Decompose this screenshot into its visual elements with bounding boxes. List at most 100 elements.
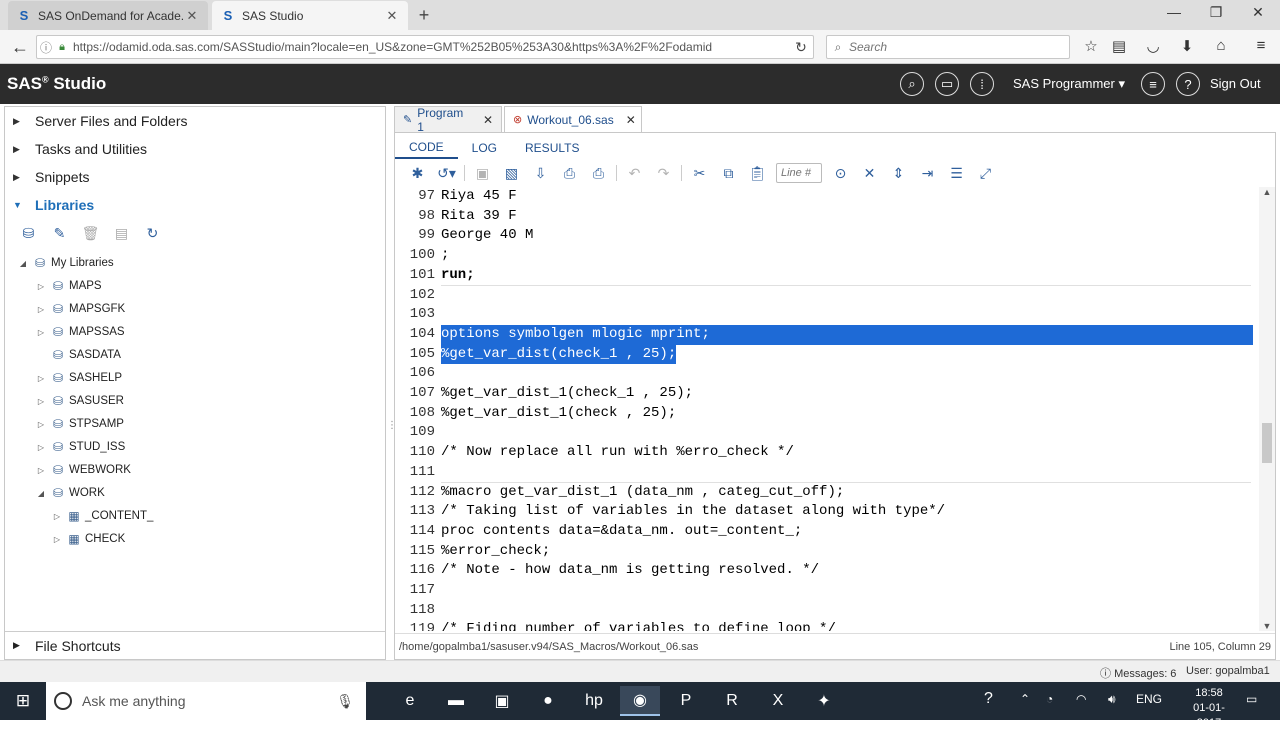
- firefox-icon[interactable]: ◉: [620, 686, 660, 716]
- code-line[interactable]: 111: [395, 463, 1257, 483]
- code-line-selected[interactable]: 104 options symbolgen mlogic mprint;: [395, 324, 1257, 345]
- tree-library-maps[interactable]: ▷ ⛁ MAPS: [35, 275, 102, 297]
- messages-link[interactable]: ⓘ Messages: 6: [1100, 665, 1176, 681]
- properties-icon[interactable]: ✎: [44, 225, 75, 245]
- section-tasks-utilities[interactable]: ▶ Tasks and Utilities: [5, 135, 385, 163]
- reload-icon[interactable]: ↻: [789, 39, 813, 56]
- redo-icon[interactable]: ↷: [649, 165, 678, 182]
- close-window-icon[interactable]: ✕: [1246, 4, 1270, 24]
- tab-results[interactable]: RESULTS: [511, 137, 593, 159]
- tree-library-webwork[interactable]: ▷ ⛁ WEBWORK: [35, 459, 131, 481]
- restore-window-icon[interactable]: ❐: [1204, 4, 1228, 24]
- scroll-up-icon[interactable]: ▲: [1259, 187, 1275, 197]
- perspective-menu[interactable]: SAS Programmer ▾: [1013, 76, 1125, 92]
- line-text[interactable]: proc contents data=&data_nm. out=_conten…: [441, 522, 802, 542]
- downloads-icon[interactable]: ⬇: [1176, 37, 1198, 57]
- line-text[interactable]: %get_var_dist_1(check , 25);: [441, 404, 676, 424]
- store-icon[interactable]: ▣: [482, 686, 522, 716]
- expand-arrow-icon[interactable]: ▷: [51, 512, 63, 521]
- powerpoint-icon[interactable]: P: [666, 686, 706, 716]
- scroll-down-icon[interactable]: ▼: [1259, 621, 1275, 631]
- collapse-arrow-icon[interactable]: ◢: [17, 259, 29, 268]
- code-line[interactable]: 112 %macro get_var_dist_1 (data_nm , cate…: [395, 483, 1257, 503]
- url-text[interactable]: https://odamid.oda.sas.com/SASStudio/mai…: [69, 40, 789, 54]
- tree-library-sasuser[interactable]: ▷ ⛁ SASUSER: [35, 390, 124, 412]
- close-tab-icon[interactable]: ✕: [184, 8, 200, 24]
- delete-icon[interactable]: 🗑︎: [75, 225, 106, 245]
- app-icon[interactable]: ●: [528, 686, 568, 716]
- clear-code-icon[interactable]: ✕: [855, 165, 884, 182]
- bookmark-star-icon[interactable]: ☆: [1080, 37, 1102, 57]
- pocket-icon[interactable]: ◡: [1142, 37, 1164, 57]
- cut-icon[interactable]: ✂: [685, 165, 714, 182]
- line-text[interactable]: /* Now replace all run with %erro_check …: [441, 443, 794, 463]
- browser-search-box[interactable]: ⌕: [826, 35, 1070, 59]
- browser-search-input[interactable]: [849, 40, 1049, 54]
- section-snippets[interactable]: ▶ Snippets: [5, 163, 385, 191]
- line-text[interactable]: Rita 39 F: [441, 207, 517, 227]
- address-bar[interactable]: ⓘ 🔒︎ https://odamid.oda.sas.com/SASStudi…: [36, 35, 814, 59]
- code-line[interactable]: 106: [395, 364, 1257, 384]
- editor-scrollbar[interactable]: ▲ ▼: [1259, 187, 1275, 631]
- undo-icon[interactable]: ↶: [620, 165, 649, 182]
- expand-arrow-icon[interactable]: ▷: [35, 466, 47, 475]
- expand-arrow-icon[interactable]: ▷: [35, 420, 47, 429]
- tree-library-sashelp[interactable]: ▷ ⛁ SASHELP: [35, 367, 122, 389]
- show-hidden-icons-icon[interactable]: ⌃: [1020, 692, 1030, 706]
- microphone-icon[interactable]: 🎙︎: [336, 693, 354, 710]
- tree-library-stpsamp[interactable]: ▷ ⛁ STPSAMP: [35, 413, 124, 435]
- paste-icon[interactable]: 📋︎: [743, 165, 772, 182]
- close-tab-icon[interactable]: ✕: [626, 113, 636, 127]
- maximize-view-icon[interactable]: ⤢: [971, 165, 1000, 182]
- help-icon[interactable]: ?: [984, 690, 993, 708]
- pane-splitter-handle[interactable]: ⋮: [387, 420, 397, 434]
- code-line[interactable]: 118: [395, 601, 1257, 621]
- back-arrow-icon[interactable]: ←: [8, 35, 32, 59]
- close-tab-icon[interactable]: ✕: [483, 113, 493, 127]
- code-line[interactable]: 110 /* Now replace all run with %erro_che…: [395, 443, 1257, 463]
- recent-submissions-icon[interactable]: ↺▾: [432, 165, 461, 182]
- help-icon[interactable]: ?: [1176, 72, 1200, 96]
- code-line[interactable]: 99 George 40 M: [395, 226, 1257, 246]
- refresh-icon[interactable]: ↻: [137, 225, 168, 245]
- print-icon[interactable]: ⎙: [584, 165, 613, 182]
- tree-library-mapsgfk[interactable]: ▷ ⛁ MAPSGFK: [35, 298, 125, 320]
- line-text[interactable]: /* Fiding number of variables to define …: [441, 620, 836, 631]
- taskbar-clock[interactable]: 18:58 01-01-2017: [1184, 686, 1234, 731]
- file-explorer-icon[interactable]: ▬: [436, 686, 476, 716]
- code-line[interactable]: 102: [395, 286, 1257, 306]
- collapse-arrow-icon[interactable]: ◢: [35, 489, 47, 498]
- expand-arrow-icon[interactable]: ▷: [35, 374, 47, 383]
- code-line-selected[interactable]: 105 %get_var_dist(check_1 , 25);: [395, 344, 1257, 365]
- code-line[interactable]: 117: [395, 581, 1257, 601]
- tab-code[interactable]: CODE: [395, 137, 458, 159]
- line-text[interactable]: %get_var_dist_1(check_1 , 25);: [441, 384, 693, 404]
- code-editor[interactable]: 97 Riya 45 F 98 Rita 39 F 99 George 40 M 10…: [395, 187, 1257, 631]
- save-as-icon[interactable]: ▧: [497, 165, 526, 182]
- volume-icon[interactable]: 🔊︎: [1108, 692, 1116, 707]
- code-line[interactable]: 119 /* Fiding number of variables to defi…: [395, 620, 1257, 631]
- line-text[interactable]: run;: [441, 266, 475, 286]
- expand-arrow-icon[interactable]: ▷: [35, 305, 47, 314]
- sign-out-link[interactable]: Sign Out: [1210, 76, 1261, 91]
- expand-arrow-icon[interactable]: ▷: [35, 397, 47, 406]
- expand-arrow-icon[interactable]: ▷: [35, 328, 47, 337]
- run-icon[interactable]: ✱: [403, 165, 432, 182]
- section-file-shortcuts[interactable]: ▶ File Shortcuts: [5, 631, 385, 659]
- tree-table-content[interactable]: ▷ ▦ _CONTENT_: [51, 505, 153, 527]
- browser-tab-sas-ondemand[interactable]: S SAS OnDemand for Acade... ✕: [8, 1, 208, 30]
- tab-program-1[interactable]: ✎ Program 1 ✕: [394, 106, 502, 134]
- save-icon[interactable]: ▣: [468, 165, 497, 182]
- tree-table-check[interactable]: ▷ ▦ CHECK: [51, 528, 125, 550]
- tree-library-work[interactable]: ◢ ⛁ WORK: [35, 482, 105, 504]
- minimize-window-icon[interactable]: —: [1162, 4, 1186, 24]
- code-line[interactable]: 108 %get_var_dist_1(check , 25);: [395, 404, 1257, 424]
- info-icon[interactable]: ⓘ: [37, 39, 55, 56]
- edge-browser-icon[interactable]: e: [390, 686, 430, 716]
- code-line[interactable]: 107 %get_var_dist_1(check_1 , 25);: [395, 384, 1257, 404]
- expand-arrow-icon[interactable]: ▷: [51, 535, 63, 544]
- close-tab-icon[interactable]: ✕: [384, 8, 400, 24]
- more-menu-icon[interactable]: ≡: [1141, 72, 1165, 96]
- new-library-icon[interactable]: ⛁: [13, 225, 44, 245]
- tab-log[interactable]: LOG: [458, 137, 511, 159]
